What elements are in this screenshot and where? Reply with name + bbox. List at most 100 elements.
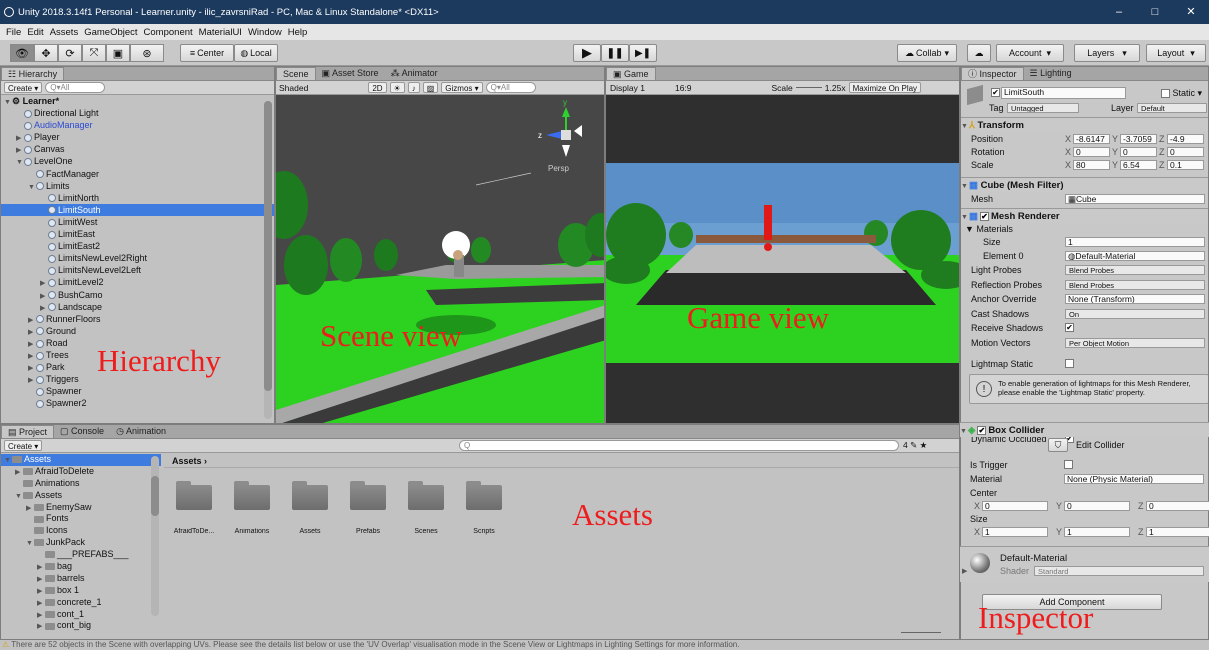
transform-header[interactable]: ▼⅄ Transform	[961, 117, 1208, 132]
renderer-setting-dropdown[interactable]: Per Object Motion	[1065, 337, 1205, 348]
project-folder-item[interactable]: ▼ JunkPack	[1, 537, 161, 549]
asset-folder-icon[interactable]	[176, 480, 212, 510]
asset-folder-label[interactable]: Assets	[282, 528, 338, 535]
cloud-icon[interactable]: ☁	[967, 44, 991, 62]
collab-button[interactable]: ☁ Collab ▾	[897, 44, 957, 62]
hierarchy-item[interactable]: LimitsNewLevel2Left	[1, 264, 274, 276]
object-name-field[interactable]: LimitSouth	[1001, 87, 1126, 99]
project-folder-item[interactable]: Animations	[1, 478, 161, 490]
collider-center-y-field[interactable]: 0	[1064, 501, 1130, 511]
hierarchy-item[interactable]: ▶ Landscape	[1, 301, 274, 313]
hierarchy-item[interactable]: FactManager	[1, 168, 274, 180]
display-dropdown[interactable]: Display 1	[610, 83, 645, 93]
aspect-dropdown[interactable]: 16:9	[675, 83, 692, 93]
hierarchy-item[interactable]: ▶ Player	[1, 131, 274, 143]
menu-file[interactable]: File	[6, 27, 21, 38]
pause-button[interactable]: ❚❚	[601, 44, 629, 62]
renderer-setting-dropdown[interactable]: Blend Probes	[1065, 265, 1205, 275]
rect-tool-icon[interactable]: ▣	[106, 44, 130, 62]
project-folder-item[interactable]: Fonts	[1, 513, 161, 525]
lightmap-static-checkbox[interactable]	[1065, 359, 1074, 368]
receive-shadows-checkbox[interactable]: ✔	[1065, 323, 1074, 332]
play-button[interactable]: ▶	[573, 44, 601, 62]
material-foldout-icon[interactable]: ▶	[962, 567, 967, 575]
transform-tool-icon[interactable]: ⊛	[130, 44, 164, 62]
scale-y-field[interactable]: 6.54	[1120, 160, 1157, 170]
is-trigger-checkbox[interactable]	[1064, 460, 1073, 469]
project-folder-item[interactable]: Icons	[1, 525, 161, 537]
hierarchy-item[interactable]: Spawner2	[1, 397, 274, 409]
project-folder-item[interactable]: ▶ EnemySaw	[1, 502, 161, 514]
shading-mode-dropdown[interactable]: Shaded	[279, 83, 308, 93]
project-folder-item[interactable]: ▶ cont_big	[1, 620, 161, 632]
tab-asset-store[interactable]: ▣ Asset Store	[316, 67, 385, 80]
hierarchy-item[interactable]: LimitWest	[1, 216, 274, 228]
asset-folder-label[interactable]: Scripts	[456, 528, 512, 535]
project-create-button[interactable]: Create ▾	[4, 440, 43, 451]
position-y-field[interactable]: -3.7059	[1120, 134, 1157, 144]
tab-game[interactable]: ▣ Game	[606, 67, 656, 80]
scene-search-input[interactable]: Q▾All	[485, 82, 536, 93]
hierarchy-item[interactable]: AudioManager	[1, 119, 274, 131]
materials-foldout[interactable]: ▼ Materials	[965, 224, 1013, 234]
mesh-field[interactable]: ▦Cube	[1065, 194, 1205, 204]
scale-slider[interactable]	[795, 87, 822, 88]
gizmos-dropdown[interactable]: Gizmos ▾	[441, 82, 483, 93]
position-z-field[interactable]: -4.9	[1167, 134, 1204, 144]
edit-collider-icon[interactable]: ⛉	[1048, 438, 1068, 452]
asset-folder-icon[interactable]	[466, 480, 502, 510]
maximize-button[interactable]: □	[1137, 0, 1173, 24]
layers-dropdown[interactable]: Layers ▾	[1074, 44, 1140, 62]
pivot-center-button[interactable]: ≡ Center	[180, 44, 234, 62]
layer-dropdown[interactable]: Default	[1137, 103, 1207, 113]
asset-folder-label[interactable]: Animations	[224, 528, 280, 535]
hierarchy-item[interactable]: LimitNorth	[1, 192, 274, 204]
menu-edit[interactable]: Edit	[27, 27, 43, 38]
menu-gameobject[interactable]: GameObject	[84, 27, 137, 38]
element-0-field[interactable]: ◍Default-Material	[1065, 251, 1205, 261]
collider-material-field[interactable]: None (Physic Material)	[1064, 474, 1204, 484]
asset-folder-label[interactable]: AfraidToDe...	[166, 528, 222, 535]
rotation-y-field[interactable]: 0	[1120, 147, 1157, 157]
asset-folder-label[interactable]: Prefabs	[340, 528, 396, 535]
hierarchy-item[interactable]: ▶ LimitLevel2	[1, 276, 274, 288]
active-checkbox[interactable]: ✔	[991, 88, 1000, 97]
scene-viewport[interactable]: y z Persp	[276, 95, 605, 424]
scale-x-field[interactable]: 80	[1073, 160, 1110, 170]
asset-folder-icon[interactable]	[408, 480, 444, 510]
collider-center-x-field[interactable]: 0	[982, 501, 1048, 511]
project-search-input[interactable]: Q	[459, 440, 899, 451]
hierarchy-item[interactable]: LimitEast	[1, 228, 274, 240]
scale-tool-icon[interactable]: ⤧	[82, 44, 106, 62]
account-dropdown[interactable]: Account ▾	[996, 44, 1064, 62]
renderer-setting-dropdown[interactable]: Blend Probes	[1065, 279, 1205, 290]
hierarchy-item[interactable]: LimitSouth	[1, 203, 274, 216]
menu-window[interactable]: Window	[248, 27, 282, 38]
rotation-z-field[interactable]: 0	[1167, 147, 1204, 157]
asset-folder-icon[interactable]	[234, 480, 270, 510]
shader-dropdown[interactable]: Standard	[1034, 566, 1204, 576]
mesh-renderer-header[interactable]: ▼▦ ✔ Mesh Renderer	[961, 208, 1208, 223]
position-x-field[interactable]: -8.6147	[1073, 134, 1110, 144]
hierarchy-item[interactable]: ▶ BushCamo	[1, 289, 274, 301]
project-folder-item[interactable]: ▶ AfraidToDelete	[1, 466, 161, 478]
tab-project[interactable]: ▤ Project	[1, 425, 55, 438]
static-toggle[interactable]: Static ▾	[1161, 88, 1202, 99]
hand-tool-icon[interactable]: 👁	[10, 44, 34, 62]
hierarchy-item[interactable]: ▼ LevelOne	[1, 155, 274, 167]
tab-hierarchy[interactable]: ☷ Hierarchy	[1, 67, 65, 80]
tab-inspector[interactable]: ⓘ Inspector	[961, 67, 1024, 80]
anchor-override-field[interactable]: None (Transform)	[1065, 294, 1205, 304]
hierarchy-item[interactable]: Directional Light	[1, 107, 274, 119]
hierarchy-item[interactable]: ▼ Limits	[1, 180, 274, 192]
asset-folder-icon[interactable]	[292, 480, 328, 510]
step-button[interactable]: ▶❚	[629, 44, 657, 62]
project-folder-item[interactable]: ▶ bag	[1, 561, 161, 573]
rotate-tool-icon[interactable]: ⟳	[58, 44, 82, 62]
project-folder-item[interactable]: ▶ box 1	[1, 585, 161, 597]
asset-folder-label[interactable]: Scenes	[398, 528, 454, 535]
tab-animation[interactable]: ◷ Animation	[110, 425, 172, 438]
rotation-x-field[interactable]: 0	[1073, 147, 1110, 157]
lighting-toggle-icon[interactable]: ☀	[389, 82, 405, 93]
hierarchy-create-button[interactable]: Create ▾	[4, 82, 43, 93]
